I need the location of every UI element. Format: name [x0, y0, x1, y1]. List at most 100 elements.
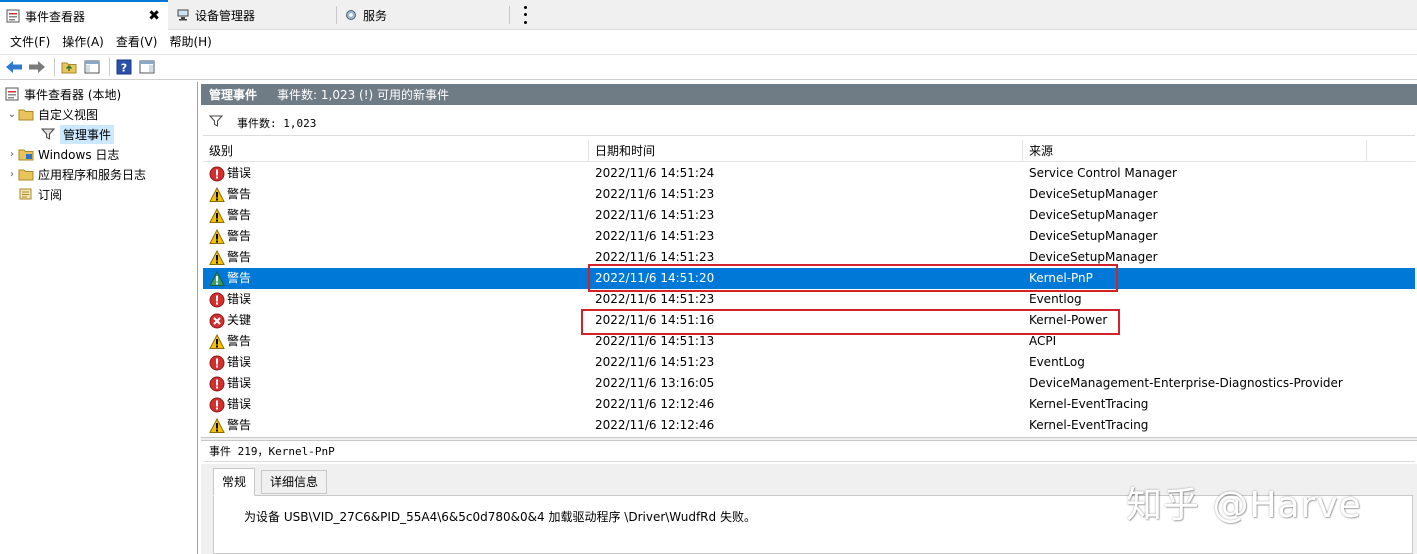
- folder-icon: [18, 166, 34, 182]
- tree-item-app-service-logs[interactable]: › 应用程序和服务日志: [6, 164, 146, 184]
- cell-datetime: 2022/11/6 12:12:46: [595, 397, 715, 411]
- table-row[interactable]: 错误 2022/11/6 14:51:24 Service Control Mana…: [203, 163, 1415, 184]
- warning-icon: [209, 186, 225, 203]
- back-arrow-icon[interactable]: [4, 57, 24, 77]
- event-detail-header: 事件 219，Kernel-PnP: [203, 442, 1415, 462]
- column-header-datetime[interactable]: 日期和时间: [589, 140, 1023, 162]
- cell-datetime: 2022/11/6 13:16:05: [595, 376, 715, 390]
- menu-file[interactable]: 文件(F): [4, 31, 56, 53]
- forward-arrow-icon[interactable]: [27, 57, 47, 77]
- tab-device-manager[interactable]: 设备管理器: [170, 0, 335, 30]
- filter-count-label: 事件数: 1,023: [237, 116, 317, 130]
- table-row[interactable]: 错误 2022/11/6 14:51:23 EventLog: [203, 352, 1415, 373]
- tree-item-root[interactable]: 事件查看器 (本地): [4, 84, 121, 104]
- services-gear-icon: [344, 8, 358, 22]
- cell-datetime: 2022/11/6 14:51:23: [595, 355, 715, 369]
- menu-bar: 文件(F) 操作(A) 查看(V) 帮助(H): [0, 31, 1417, 53]
- menu-view[interactable]: 查看(V): [110, 31, 164, 53]
- level-label: 警告: [227, 271, 252, 285]
- error-icon: [209, 292, 225, 308]
- tree-item-custom-views[interactable]: ⌄ 自定义视图: [6, 104, 98, 124]
- level-label: 错误: [227, 397, 252, 411]
- tree-item-subscriptions[interactable]: 订阅: [18, 184, 62, 204]
- tab-details[interactable]: 详细信息: [261, 470, 328, 494]
- level-label: 警告: [227, 208, 252, 222]
- table-row[interactable]: 警告 2022/11/6 14:51:23 DeviceSetupManager: [203, 226, 1415, 247]
- cell-datetime: 2022/11/6 14:51:23: [595, 292, 715, 306]
- warning-icon: [209, 333, 225, 350]
- filter-bar: 事件数: 1,023: [203, 110, 1415, 136]
- tab-divider: [509, 6, 510, 24]
- pane-splitter[interactable]: [201, 437, 1417, 441]
- cell-level: 错误: [209, 373, 251, 394]
- tab-event-viewer[interactable]: 事件查看器 ✖: [0, 0, 168, 30]
- cell-level: 警告: [209, 268, 251, 289]
- more-options-icon[interactable]: [518, 4, 532, 26]
- toolbar-divider: [109, 58, 110, 76]
- tree-item-admin-events[interactable]: 管理事件: [40, 124, 115, 144]
- event-message-text: 为设备 USB\VID_27C6&PID_55A4\6&5c0d780&0&4 …: [244, 510, 756, 524]
- folder-up-icon[interactable]: [59, 57, 79, 77]
- table-row[interactable]: 错误 2022/11/6 13:16:05 DeviceManagement-Ent…: [203, 373, 1415, 394]
- filter-icon[interactable]: [208, 114, 224, 131]
- cell-level: 错误: [209, 289, 251, 310]
- pane-title: 管理事件: [209, 88, 258, 102]
- menu-action[interactable]: 操作(A): [56, 31, 110, 53]
- cell-level: 警告: [209, 331, 251, 352]
- cell-source: DeviceSetupManager: [1029, 187, 1158, 201]
- level-label: 错误: [227, 376, 252, 390]
- column-header-level[interactable]: 级别: [203, 140, 589, 162]
- watermark: 知乎 @Harve: [1126, 485, 1362, 526]
- folder-icon: [18, 106, 34, 122]
- show-hide-console-tree-icon[interactable]: [82, 57, 102, 77]
- tree-item-label: Windows 日志: [38, 147, 120, 162]
- close-icon[interactable]: ✖: [148, 8, 160, 24]
- cell-level: 错误: [209, 163, 251, 184]
- cell-datetime: 2022/11/6 12:12:46: [595, 418, 715, 432]
- toolbar-divider: [54, 58, 55, 76]
- tab-general[interactable]: 常规: [213, 468, 256, 496]
- table-header: 级别 日期和时间 来源: [203, 140, 1415, 162]
- table-row[interactable]: 警告 2022/11/6 14:51:23 DeviceSetupManager: [203, 184, 1415, 205]
- tree-item-label: 管理事件: [60, 124, 115, 144]
- tab-services[interactable]: 服务: [338, 0, 508, 30]
- table-row[interactable]: 错误 2022/11/6 14:51:23 Eventlog: [203, 289, 1415, 310]
- table-row[interactable]: 错误 2022/11/6 12:12:46 Kernel-EventTracing: [203, 394, 1415, 415]
- event-count-status: 事件数: 1,023 (!) 可用的新事件: [277, 88, 450, 102]
- help-icon[interactable]: ?: [114, 57, 134, 77]
- svg-text:?: ?: [121, 62, 127, 75]
- highlight-box-kernel-pnp: [588, 264, 1118, 292]
- level-label: 警告: [227, 250, 252, 264]
- chevron-right-icon[interactable]: ›: [6, 149, 18, 160]
- cell-level: 警告: [209, 226, 251, 247]
- show-action-pane-icon[interactable]: [137, 57, 157, 77]
- cell-source: Service Control Manager: [1029, 166, 1177, 180]
- tab-label: 事件查看器: [25, 9, 86, 24]
- level-label: 警告: [227, 334, 252, 348]
- tree-item-label: 事件查看器 (本地): [24, 87, 122, 102]
- cell-level: 错误: [209, 352, 251, 373]
- column-header-source[interactable]: 来源: [1023, 140, 1367, 162]
- tab-divider: [336, 6, 337, 24]
- menu-help[interactable]: 帮助(H): [163, 31, 217, 53]
- chevron-right-icon[interactable]: ›: [6, 169, 18, 180]
- tree-item-label: 自定义视图: [38, 107, 99, 122]
- cell-datetime: 2022/11/6 14:51:23: [595, 187, 715, 201]
- level-label: 警告: [227, 229, 252, 243]
- level-label: 错误: [227, 292, 252, 306]
- warning-icon: [209, 228, 225, 245]
- cell-level: 错误: [209, 394, 251, 415]
- tab-label: 设备管理器: [195, 8, 256, 23]
- tree-item-label: 订阅: [38, 187, 63, 202]
- tree-item-windows-logs[interactable]: › Windows 日志: [6, 144, 119, 164]
- cell-source: DeviceSetupManager: [1029, 208, 1158, 222]
- level-label: 警告: [227, 418, 252, 432]
- cell-level: 警告: [209, 415, 251, 435]
- chevron-down-icon[interactable]: ⌄: [6, 109, 18, 120]
- tab-bar: 事件查看器 ✖ 设备管理器 服务: [0, 0, 1417, 30]
- cell-level: 警告: [209, 184, 251, 205]
- table-row[interactable]: 警告 2022/11/6 14:51:23 DeviceSetupManager: [203, 205, 1415, 226]
- critical-icon: [209, 313, 225, 329]
- table-row[interactable]: 警告 2022/11/6 12:12:46 Kernel-EventTracing: [203, 415, 1415, 435]
- warning-icon: [209, 249, 225, 266]
